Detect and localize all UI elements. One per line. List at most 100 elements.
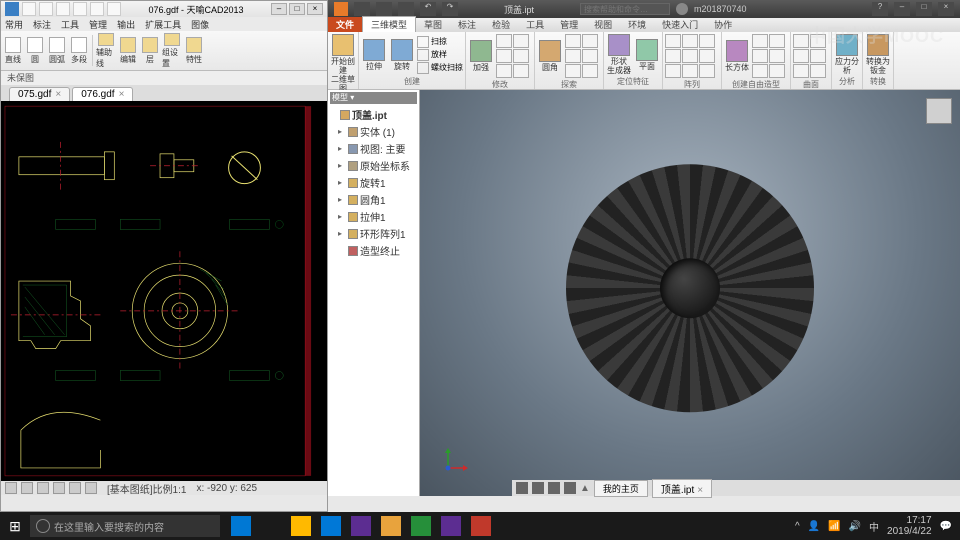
ribbon-icon-button[interactable] <box>496 64 512 78</box>
inv-max-button[interactable]: □ <box>916 2 932 16</box>
menu-item[interactable]: 输出 <box>117 18 135 31</box>
ribbon-button[interactable]: 形状生成器 <box>606 34 632 75</box>
tool-line[interactable]: 直线 <box>3 33 23 69</box>
ribbon-icon-button[interactable] <box>769 64 785 78</box>
taskbar-app[interactable] <box>346 512 376 540</box>
taskbar-app[interactable] <box>286 512 316 540</box>
ribbon-icon-button[interactable] <box>665 49 681 63</box>
ribbon-icon-button[interactable] <box>565 34 581 48</box>
cad-close-button[interactable]: × <box>307 3 323 15</box>
tool-aux[interactable]: 辅助线 <box>96 33 116 69</box>
ribbon-button[interactable]: 拉伸 <box>361 39 387 71</box>
tray-people-icon[interactable]: 👤 <box>808 521 820 532</box>
qat-save[interactable] <box>56 2 70 16</box>
file-tab-active[interactable]: 076.gdf× <box>72 87 133 101</box>
menu-item[interactable]: 常用 <box>5 18 23 31</box>
ribbon-icon-button[interactable] <box>682 49 698 63</box>
inv-close-button[interactable]: × <box>938 2 954 16</box>
taskbar-app[interactable] <box>466 512 496 540</box>
ribbon-small-button[interactable]: 放样 <box>417 49 463 61</box>
ribbon-icon-button[interactable] <box>513 34 529 48</box>
tool-layer[interactable]: 层 <box>140 33 160 69</box>
ribbon-icon-button[interactable] <box>513 49 529 63</box>
system-tray[interactable]: ^ 👤 📶 🔊 中 17:17 2019/4/22 💬 <box>787 515 960 537</box>
menu-item[interactable]: 工具 <box>61 18 79 31</box>
ribbon-icon-button[interactable] <box>793 64 809 78</box>
tab-nav-icon[interactable] <box>564 482 576 494</box>
model-browser[interactable]: 模型 ▾ 顶盖.ipt▸实体 (1)▸视图: 主要▸原始坐标系▸旋转1▸圆角1▸… <box>328 90 420 496</box>
tab-file[interactable]: 文件 <box>328 17 362 32</box>
qat-undo[interactable] <box>73 2 87 16</box>
ribbon-button[interactable]: 圆角 <box>537 40 563 72</box>
tree-item[interactable]: ▸视图: 主要 <box>330 140 417 157</box>
ribbon-small-button[interactable]: 螺纹扫掠 <box>417 62 463 74</box>
qat-undo[interactable]: ↶ <box>420 2 436 16</box>
inv-min-button[interactable]: – <box>894 2 910 16</box>
tree-item[interactable]: ▸环形阵列1 <box>330 225 417 242</box>
qat-redo[interactable]: ↷ <box>442 2 458 16</box>
tab-sketch[interactable]: 草图 <box>416 17 450 32</box>
part-model[interactable] <box>570 168 810 408</box>
ribbon-button[interactable]: 旋转 <box>389 39 415 71</box>
lwt-icon[interactable] <box>85 482 97 494</box>
qat-open[interactable] <box>39 2 53 16</box>
tool-props[interactable]: 特性 <box>184 33 204 69</box>
taskbar-app[interactable] <box>406 512 436 540</box>
ribbon-icon-button[interactable] <box>665 64 681 78</box>
qat-open[interactable] <box>376 2 392 16</box>
cad-min-button[interactable]: – <box>271 3 287 15</box>
notification-icon[interactable]: 💬 <box>940 521 952 532</box>
ribbon-icon-button[interactable] <box>682 64 698 78</box>
taskbar-app[interactable] <box>376 512 406 540</box>
ribbon-icon-button[interactable] <box>582 34 598 48</box>
ribbon-button[interactable]: 开始创建二维草图 <box>330 34 356 93</box>
tray-network-icon[interactable]: 📶 <box>828 521 840 532</box>
ribbon-icon-button[interactable] <box>810 49 826 63</box>
menu-item[interactable]: 图像 <box>191 18 209 31</box>
doc-tab-home[interactable]: 我的主页 <box>594 480 648 497</box>
cad-max-button[interactable]: □ <box>289 3 305 15</box>
menu-item[interactable]: 管理 <box>89 18 107 31</box>
tool-edit[interactable]: 编辑 <box>118 33 138 69</box>
taskbar-search[interactable]: 在这里输入要搜索的内容 <box>30 515 220 537</box>
tool-arc[interactable]: 圆弧 <box>47 33 67 69</box>
user-name[interactable]: m201870740 <box>694 4 747 14</box>
tab-env[interactable]: 环境 <box>620 17 654 32</box>
qat-new[interactable] <box>354 2 370 16</box>
snap-icon[interactable] <box>5 482 17 494</box>
tray-ime-icon[interactable]: 中 <box>869 519 879 534</box>
tray-chevron-icon[interactable]: ^ <box>795 521 800 532</box>
chevron-up-icon[interactable]: ▲ <box>580 483 590 494</box>
taskbar-app[interactable] <box>316 512 346 540</box>
qat-save[interactable] <box>398 2 414 16</box>
browser-header[interactable]: 模型 ▾ <box>330 92 417 104</box>
taskbar-clock[interactable]: 17:17 2019/4/22 <box>887 515 932 537</box>
ribbon-icon-button[interactable] <box>769 34 785 48</box>
tray-volume-icon[interactable]: 🔊 <box>849 521 861 532</box>
cad-canvas[interactable] <box>1 101 327 481</box>
ribbon-button[interactable]: 加强 <box>468 40 494 72</box>
tab-nav-icon[interactable] <box>548 482 560 494</box>
tool-group[interactable]: 组设置 <box>162 33 182 69</box>
polar-icon[interactable] <box>53 482 65 494</box>
ribbon-small-button[interactable]: 扫掠 <box>417 36 463 48</box>
ribbon-button[interactable]: 长方体 <box>724 40 750 72</box>
ribbon-icon-button[interactable] <box>513 64 529 78</box>
tab-getstarted[interactable]: 快速入门 <box>654 17 706 32</box>
doc-tab-part[interactable]: 顶盖.ipt× <box>652 479 712 498</box>
tab-nav-icon[interactable] <box>516 482 528 494</box>
ribbon-icon-button[interactable] <box>769 49 785 63</box>
qat-redo[interactable] <box>90 2 104 16</box>
help-icon[interactable]: ? <box>872 2 888 16</box>
ribbon-icon-button[interactable] <box>496 34 512 48</box>
ribbon-icon-button[interactable] <box>565 49 581 63</box>
viewcube[interactable] <box>926 98 952 124</box>
ribbon-icon-button[interactable] <box>752 49 768 63</box>
ribbon-icon-button[interactable] <box>665 34 681 48</box>
tree-item[interactable]: 顶盖.ipt <box>330 106 417 123</box>
close-icon[interactable]: × <box>55 89 61 100</box>
tree-item[interactable]: ▸原始坐标系 <box>330 157 417 174</box>
tab-collab[interactable]: 协作 <box>706 17 740 32</box>
ribbon-icon-button[interactable] <box>582 49 598 63</box>
ribbon-icon-button[interactable] <box>793 34 809 48</box>
